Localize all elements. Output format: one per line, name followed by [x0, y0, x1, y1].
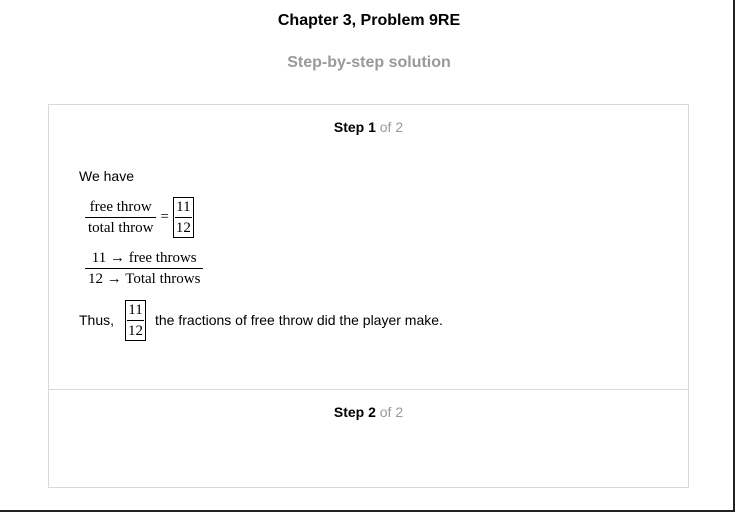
boxed-denominator: 12	[174, 217, 192, 237]
boxed-answer: 11 12	[125, 300, 146, 341]
solution-subtitle: Step-by-step solution	[287, 54, 451, 71]
step-1-heading: Step 1 of 2	[49, 119, 688, 135]
fraction-denominator: total throw	[85, 217, 157, 237]
conclusion-text: the fractions of free throw did the play…	[155, 312, 443, 328]
equation-2: 11 → free throws 12 → Total throws	[85, 249, 204, 288]
step-2-panel: Step 2 of 2	[49, 390, 688, 487]
chapter-title: Chapter 3, Problem 9RE	[277, 12, 461, 29]
step-total: of 2	[379, 119, 404, 135]
fraction-numerator: 11 → free throws	[91, 250, 197, 266]
fraction-free-over-total: free throw total throw	[85, 198, 157, 237]
boxed-denominator: 12	[127, 320, 144, 340]
step-number: Step 1	[333, 119, 376, 135]
conclusion-boxed-fraction: 11 12	[125, 300, 146, 341]
fraction-numerator: free throw	[89, 199, 152, 215]
boxed-numerator: 11	[176, 199, 191, 215]
boxed-numerator: 11	[128, 302, 143, 318]
fraction-denominator: 12 → Total throws	[85, 268, 204, 288]
step-2-heading: Step 2 of 2	[49, 404, 688, 420]
step-number: Step 2	[333, 404, 376, 420]
fraction-throws: 11 → free throws 12 → Total throws	[85, 249, 204, 288]
conclusion-prefix: Thus,	[79, 312, 115, 328]
equation-1: free throw total throw = 11 12	[85, 197, 194, 238]
equals-sign: =	[160, 209, 169, 225]
boxed-answer: 11 12	[172, 197, 194, 238]
step-1-panel: Step 1 of 2 We have free throw total thr…	[49, 105, 688, 390]
step-total: of 2	[379, 404, 404, 420]
intro-text: We have	[79, 168, 134, 184]
steps-container: Step 1 of 2 We have free throw total thr…	[48, 104, 689, 488]
